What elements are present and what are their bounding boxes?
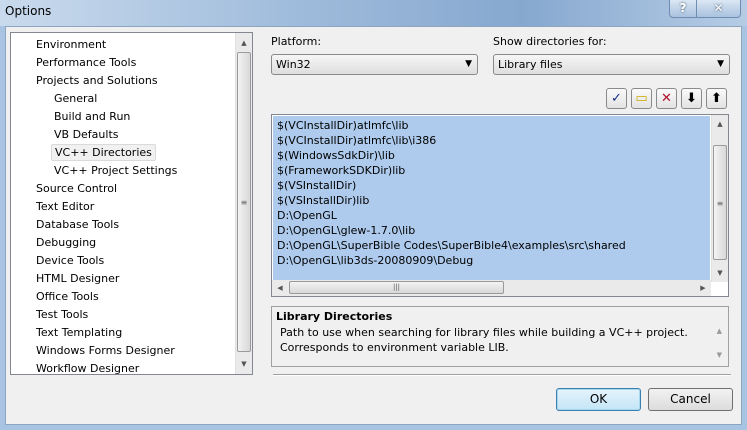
tree-scrollbar[interactable]: ▲ ≡ ▼: [235, 33, 252, 374]
tree-item[interactable]: Projects and Solutions: [33, 72, 161, 89]
directory-item[interactable]: $(WindowsSdkDir)\lib: [277, 148, 395, 163]
chevron-down-icon: ▼: [717, 59, 724, 69]
directories-selection: $(VCInstallDir)atlmfc\lib $(VCInstallDir)…: [273, 116, 710, 280]
tree-item[interactable]: Workflow Designer: [33, 360, 142, 374]
checkmark-icon[interactable]: ✓: [606, 88, 627, 109]
platform-select[interactable]: Win32 ▼: [271, 54, 478, 75]
ok-button[interactable]: OK: [556, 388, 641, 411]
platform-value: Win32: [276, 58, 311, 71]
scroll-up-icon[interactable]: ▲: [717, 327, 722, 335]
scroll-thumb[interactable]: ≡: [713, 145, 727, 260]
tree-item[interactable]: Text Templating: [33, 324, 125, 341]
show-directories-label: Show directories for:: [493, 35, 607, 48]
tree-item[interactable]: VC++ Directories: [51, 144, 156, 161]
scroll-down-icon[interactable]: ▼: [717, 351, 722, 359]
description-panel: Library Directories Path to use when sea…: [271, 306, 729, 367]
description-title: Library Directories: [276, 310, 393, 323]
tree-item[interactable]: Debugging: [33, 234, 99, 251]
options-tree[interactable]: ▲ ≡ ▼ Environment Performance Tools Projec…: [10, 32, 253, 375]
chevron-down-icon: ▼: [465, 59, 472, 69]
directory-item[interactable]: $(VSInstallDir)lib: [277, 193, 369, 208]
directories-list[interactable]: $(VCInstallDir)atlmfc\lib $(VCInstallDir)…: [271, 114, 729, 297]
tree-item[interactable]: VB Defaults: [51, 126, 122, 143]
tree-item[interactable]: Build and Run: [51, 108, 133, 125]
tree-item[interactable]: Device Tools: [33, 252, 107, 269]
scroll-up-icon[interactable]: ▲: [712, 116, 728, 132]
options-dialog: ▲ ≡ ▼ Environment Performance Tools Projec…: [5, 26, 742, 425]
directory-item[interactable]: D:\OpenGL\lib3ds-20080909\Debug: [277, 253, 473, 268]
scroll-down-icon[interactable]: ▼: [712, 265, 728, 281]
directory-item[interactable]: $(VCInstallDir)atlmfc\lib\i386: [277, 133, 436, 148]
tree-item[interactable]: Source Control: [33, 180, 120, 197]
delete-icon[interactable]: ✕: [656, 88, 677, 109]
window-title: Options: [5, 4, 52, 18]
tree-item[interactable]: Test Tools: [33, 306, 91, 323]
directory-item[interactable]: $(VSInstallDir): [277, 178, 356, 193]
move-up-icon[interactable]: ⬆: [706, 88, 727, 109]
scroll-thumb[interactable]: ≡: [237, 52, 251, 352]
scroll-left-icon[interactable]: ◀: [272, 280, 288, 296]
directory-item[interactable]: D:\OpenGL: [277, 208, 337, 223]
tree-item[interactable]: Windows Forms Designer: [33, 342, 178, 359]
tree-item[interactable]: Office Tools: [33, 288, 102, 305]
tree-item[interactable]: Environment: [33, 36, 109, 53]
help-button[interactable]: ?: [669, 0, 697, 18]
close-button[interactable]: ✕: [697, 0, 741, 18]
scroll-right-icon[interactable]: ▶: [695, 280, 711, 296]
scroll-up-icon[interactable]: ▲: [236, 35, 252, 51]
scroll-down-icon[interactable]: ▼: [236, 356, 252, 372]
description-text: Path to use when searching for library f…: [280, 326, 688, 354]
move-down-icon[interactable]: ⬇: [681, 88, 702, 109]
tree-item[interactable]: VC++ Project Settings: [51, 162, 180, 179]
tree-item[interactable]: Text Editor: [33, 198, 97, 215]
hscroll-thumb[interactable]: |||: [289, 281, 504, 294]
tree-item[interactable]: General: [51, 90, 100, 107]
directory-item[interactable]: D:\OpenGL\SuperBible Codes\SuperBible4\e…: [277, 238, 626, 253]
tree-item[interactable]: HTML Designer: [33, 270, 122, 287]
separator: [273, 374, 731, 376]
list-hscrollbar[interactable]: ◀ ||| ▶: [272, 280, 711, 296]
show-directories-value: Library files: [498, 58, 563, 71]
new-folder-icon[interactable]: ▭: [631, 88, 652, 109]
directory-item[interactable]: $(VCInstallDir)atlmfc\lib: [277, 118, 409, 133]
directory-item[interactable]: $(FrameworkSDKDir)lib: [277, 163, 405, 178]
cancel-button[interactable]: Cancel: [648, 388, 733, 411]
list-vscrollbar[interactable]: ▲ ≡ ▼: [711, 115, 728, 282]
directory-item[interactable]: D:\OpenGL\glew-1.7.0\lib: [277, 223, 415, 238]
show-directories-select[interactable]: Library files ▼: [493, 54, 730, 75]
platform-label: Platform:: [271, 35, 322, 48]
title-bar: Options ? ✕: [0, 0, 747, 26]
tree-item[interactable]: Performance Tools: [33, 54, 139, 71]
tree-item[interactable]: Database Tools: [33, 216, 122, 233]
